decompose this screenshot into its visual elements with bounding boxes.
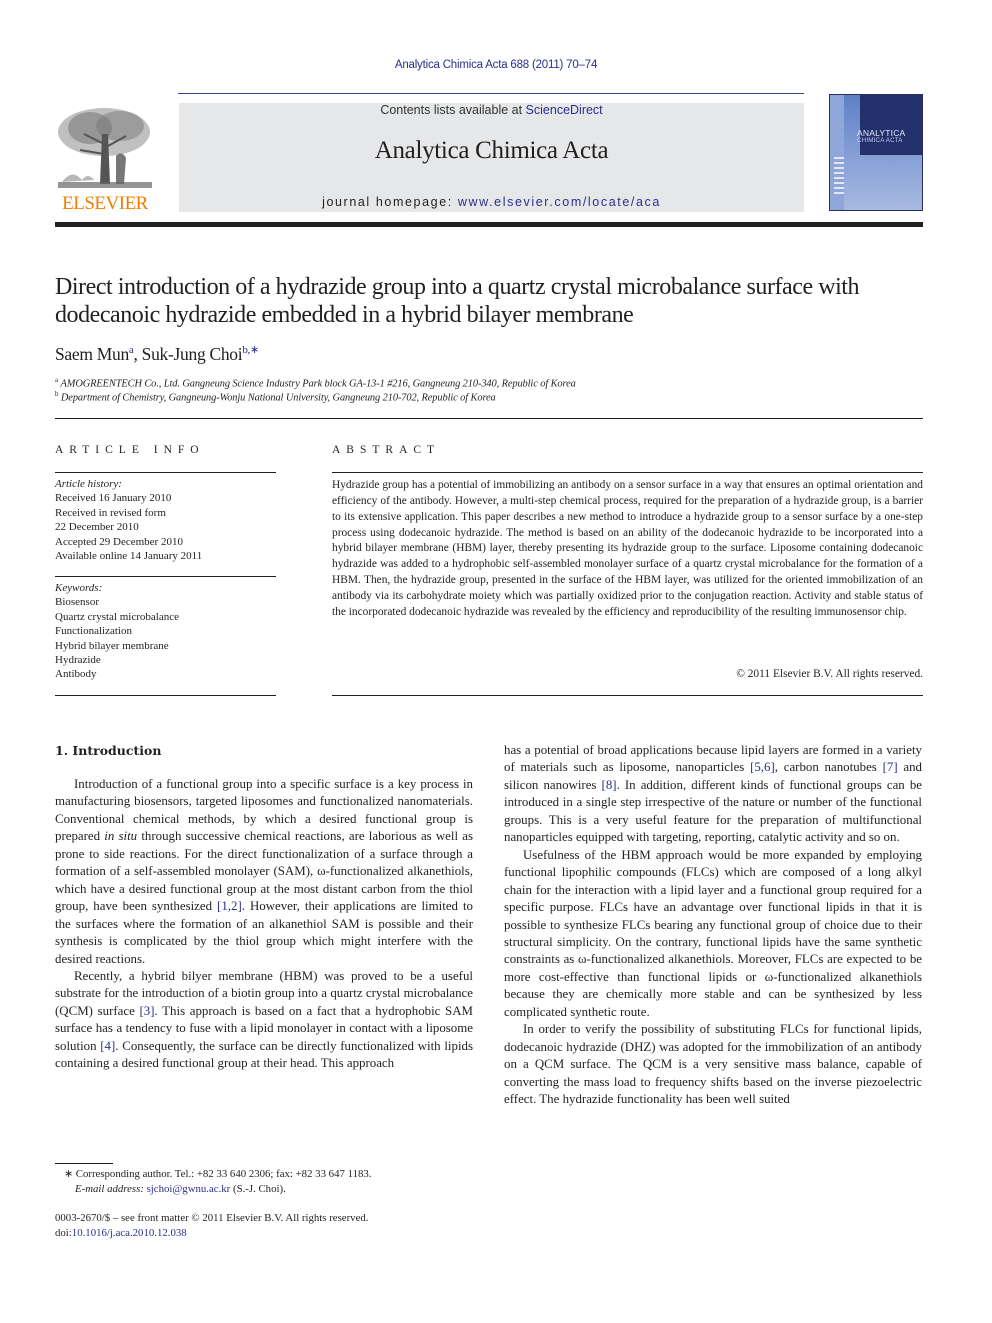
divider [55, 576, 276, 577]
paragraph: Introduction of a functional group into … [55, 777, 474, 966]
elsevier-logo[interactable]: ELSEVIER [54, 104, 156, 214]
article-history-label: Article history: [55, 478, 122, 490]
divider [332, 695, 923, 696]
corresponding-author-note: ∗ Corresponding author. Tel.: +82 33 640… [64, 1168, 372, 1180]
journal-cover-thumbnail-icon[interactable]: ANALYTICA CHIMICA ACTA [829, 94, 923, 211]
keyword-item: Quartz crystal microbalance [55, 610, 179, 623]
history-item: Received in revised form [55, 506, 166, 519]
citation-link[interactable]: [7] [883, 760, 898, 774]
divider [332, 472, 923, 473]
history-item: 22 December 2010 [55, 521, 139, 534]
masthead-bottom-rule [55, 222, 923, 227]
elsevier-wordmark: ELSEVIER [62, 193, 148, 214]
cover-contents-list [834, 157, 844, 197]
email-note: E-mail address: sjchoi@gwnu.ac.kr (S.-J.… [75, 1183, 286, 1195]
history-item: Available online 14 January 2011 [55, 550, 203, 563]
divider [55, 418, 923, 419]
author-name: Saem Mun [55, 343, 129, 364]
contents-availability: Contents lists available at ScienceDirec… [380, 103, 603, 117]
affiliation-marker[interactable]: b,∗ [242, 344, 259, 356]
cover-title-line2: CHIMICA ACTA [857, 137, 903, 144]
keyword-item: Hydrazide [55, 654, 101, 667]
keywords-label: Keywords: [55, 582, 103, 594]
history-item: Received 16 January 2010 [55, 492, 172, 505]
running-head[interactable]: Analytica Chimica Acta 688 (2011) 70–74 [0, 59, 992, 71]
front-matter-note: 0003-2670/$ – see front matter © 2011 El… [55, 1212, 369, 1224]
paragraph: Recently, a hybrid bilyer membrane (HBM)… [55, 968, 473, 1071]
keyword-item: Hybrid bilayer membrane [55, 639, 169, 652]
doi-link[interactable]: 10.1016/j.aca.2010.12.038 [72, 1227, 187, 1239]
abstract-heading: ABSTRACT [332, 444, 441, 456]
keyword-item: Biosensor [55, 596, 99, 609]
citation-link[interactable]: [4] [100, 1039, 115, 1053]
article-title: Direct introduction of a hydrazide group… [55, 274, 860, 328]
cover-dark-panel [860, 95, 922, 155]
masthead-top-rule [178, 93, 804, 94]
abstract-copyright: © 2011 Elsevier B.V. All rights reserved… [736, 668, 923, 680]
journal-homepage: journal homepage: www.elsevier.com/locat… [322, 195, 661, 209]
divider [55, 472, 276, 473]
affiliation: a AMOGREENTECH Co., Ltd. Gangneung Scien… [55, 376, 576, 390]
body-column-left: Introduction of a functional group into … [55, 776, 473, 1073]
doi-line: doi:10.1016/j.aca.2010.12.038 [55, 1227, 187, 1239]
footnote-rule [55, 1163, 113, 1164]
sciencedirect-link[interactable]: ScienceDirect [526, 103, 603, 117]
keyword-item: Functionalization [55, 625, 132, 638]
keywords: Keywords: Biosensor Quartz crystal micro… [55, 581, 276, 682]
paragraph: In order to verify the possibility of su… [504, 1022, 922, 1107]
author-list: Saem Muna, Suk-Jung Choib,∗ [55, 343, 259, 364]
citation-link[interactable]: [1,2] [217, 899, 242, 913]
journal-homepage-link[interactable]: www.elsevier.com/locate/aca [458, 195, 661, 209]
article-info-heading: ARTICLE INFO [55, 444, 205, 456]
affiliation: b Department of Chemistry, Gangneung-Won… [55, 390, 496, 404]
paragraph: Usefulness of the HBM approach would be … [504, 847, 922, 1019]
body-column-right: has a potential of broad applications be… [504, 742, 922, 1109]
journal-banner: Contents lists available at ScienceDirec… [179, 103, 804, 212]
divider [55, 695, 276, 696]
paragraph: has a potential of broad applications be… [504, 743, 922, 845]
section-heading-introduction: 1. Introduction [55, 743, 162, 758]
elsevier-tree-logo-icon [58, 108, 152, 188]
history-item: Accepted 29 December 2010 [55, 535, 183, 548]
citation-link[interactable]: [8] [602, 778, 617, 792]
author-name: Suk-Jung Choi [141, 343, 243, 364]
citation-link[interactable]: [5,6] [750, 760, 775, 774]
keyword-item: Antibody [55, 668, 97, 681]
citation-link[interactable]: [3] [140, 1004, 155, 1018]
abstract-text: Hydrazide group has a potential of immob… [332, 479, 923, 618]
article-history: Article history: Received 16 January 201… [55, 477, 276, 563]
journal-title: Analytica Chimica Acta [374, 137, 609, 164]
email-link[interactable]: sjchoi@gwnu.ac.kr [147, 1183, 231, 1195]
